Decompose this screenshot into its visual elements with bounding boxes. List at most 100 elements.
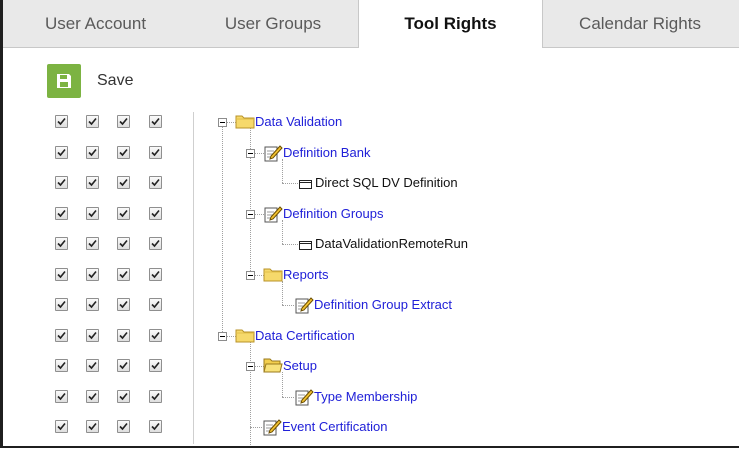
tree-node-label[interactable]: Direct SQL DV Definition — [315, 175, 458, 190]
permission-checkbox[interactable] — [55, 237, 68, 250]
permission-checkbox[interactable] — [149, 359, 162, 372]
permission-checkbox[interactable] — [86, 176, 99, 189]
permission-checkbox[interactable] — [117, 329, 130, 342]
folder-icon — [263, 268, 283, 282]
folder-icon — [235, 329, 255, 343]
permission-checkbox[interactable] — [86, 207, 99, 220]
permission-checkbox[interactable] — [117, 207, 130, 220]
permission-checkbox[interactable] — [149, 207, 162, 220]
checkmark-icon — [88, 331, 97, 340]
permission-checkbox[interactable] — [86, 420, 99, 433]
permission-checkbox[interactable] — [149, 329, 162, 342]
document-icon — [298, 177, 314, 195]
permission-checkbox[interactable] — [86, 359, 99, 372]
document-icon — [299, 180, 312, 189]
permission-checkbox[interactable] — [86, 146, 99, 159]
permission-checkbox[interactable] — [55, 390, 68, 403]
tree-connector — [282, 397, 294, 398]
permission-checkbox[interactable] — [149, 298, 162, 311]
permission-checkbox[interactable] — [55, 115, 68, 128]
permission-checkbox[interactable] — [86, 390, 99, 403]
permission-checkbox[interactable] — [86, 329, 99, 342]
edit-document-icon — [263, 419, 282, 436]
permission-checkbox[interactable] — [55, 420, 68, 433]
checkmark-icon — [119, 361, 128, 370]
collapse-toggle[interactable] — [246, 362, 255, 371]
checkmark-icon — [88, 422, 97, 431]
tree-node-label[interactable]: DataValidationRemoteRun — [315, 236, 468, 251]
permission-checkbox[interactable] — [117, 176, 130, 189]
permission-checkbox[interactable] — [117, 298, 130, 311]
checkmark-icon — [57, 270, 66, 279]
edit-document-icon — [294, 388, 314, 411]
permission-checkbox[interactable] — [117, 237, 130, 250]
tree-node-label[interactable]: Definition Group Extract — [314, 297, 452, 312]
permission-checkbox[interactable] — [149, 176, 162, 189]
permission-checkbox[interactable] — [149, 268, 162, 281]
tree-node-label[interactable]: Setup — [283, 358, 317, 373]
permission-checkbox[interactable] — [86, 237, 99, 250]
folder-open-icon — [263, 357, 283, 378]
tree-node-label[interactable]: Event Certification — [282, 419, 388, 434]
collapse-toggle[interactable] — [218, 332, 227, 341]
tab-user-groups[interactable]: User Groups — [188, 0, 358, 47]
checkmark-icon — [119, 422, 128, 431]
checkmark-icon — [151, 148, 160, 157]
save-button[interactable] — [47, 64, 81, 98]
collapse-toggle[interactable] — [218, 118, 227, 127]
tree-node-label[interactable]: Type Membership — [314, 389, 417, 404]
checkmark-icon — [57, 300, 66, 309]
tab-calendar-rights[interactable]: Calendar Rights — [541, 0, 739, 47]
checkmark-icon — [119, 392, 128, 401]
permission-checkbox[interactable] — [55, 268, 68, 281]
tree-node-label[interactable]: Data Validation — [255, 114, 342, 129]
checkmark-icon — [151, 300, 160, 309]
checkmark-icon — [151, 117, 160, 126]
document-icon — [298, 238, 314, 256]
permission-checkbox[interactable] — [55, 176, 68, 189]
permission-checkbox[interactable] — [117, 146, 130, 159]
permission-checkbox[interactable] — [55, 146, 68, 159]
column-separator — [193, 112, 194, 444]
checkmark-icon — [151, 239, 160, 248]
collapse-toggle[interactable] — [246, 149, 255, 158]
collapse-toggle[interactable] — [246, 271, 255, 280]
permission-checkbox[interactable] — [149, 115, 162, 128]
permission-checkbox[interactable] — [117, 115, 130, 128]
collapse-toggle[interactable] — [246, 210, 255, 219]
checkmark-icon — [119, 300, 128, 309]
permission-checkbox[interactable] — [55, 329, 68, 342]
permission-checkbox[interactable] — [55, 298, 68, 311]
checkmark-icon — [88, 300, 97, 309]
tree-node-label[interactable]: Definition Bank — [283, 145, 370, 160]
permission-checkbox[interactable] — [117, 359, 130, 372]
checkmark-icon — [57, 148, 66, 157]
permission-checkbox[interactable] — [86, 115, 99, 128]
permission-checkbox[interactable] — [55, 359, 68, 372]
permission-checkbox[interactable] — [149, 237, 162, 250]
permission-checkbox[interactable] — [117, 390, 130, 403]
checkmark-icon — [57, 239, 66, 248]
tree-node-label[interactable]: Data Certification — [255, 328, 355, 343]
checkmark-icon — [119, 331, 128, 340]
permission-checkbox[interactable] — [86, 268, 99, 281]
checkmark-icon — [88, 117, 97, 126]
save-label[interactable]: Save — [97, 72, 133, 90]
permission-checkbox[interactable] — [55, 207, 68, 220]
permission-checkbox[interactable] — [149, 420, 162, 433]
folder-icon — [235, 115, 255, 129]
folder-icon — [235, 113, 255, 134]
tree-node-label[interactable]: Reports — [283, 267, 329, 282]
permission-checkbox[interactable] — [86, 298, 99, 311]
permission-checkbox[interactable] — [149, 146, 162, 159]
permission-checkbox[interactable] — [149, 390, 162, 403]
edit-document-icon — [295, 297, 314, 314]
tree-connector — [250, 427, 262, 428]
tab-user-account[interactable]: User Account — [3, 0, 188, 47]
permission-checkbox[interactable] — [117, 268, 130, 281]
edit-document-icon — [263, 144, 283, 167]
permission-checkbox[interactable] — [117, 420, 130, 433]
tree-node-label[interactable]: Definition Groups — [283, 206, 383, 221]
tab-tool-rights[interactable]: Tool Rights — [358, 0, 543, 48]
checkmark-icon — [57, 331, 66, 340]
